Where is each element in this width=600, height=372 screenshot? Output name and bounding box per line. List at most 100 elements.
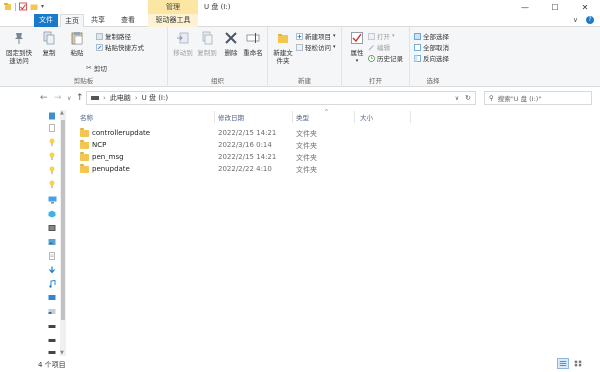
recent-dropdown-icon[interactable]: ∨: [67, 95, 71, 102]
videos-icon[interactable]: [48, 224, 56, 232]
file-row-penupdate[interactable]: penupdate 2022/2/22 4:10 文件夹: [70, 164, 590, 176]
3d-objects-icon[interactable]: [48, 210, 56, 218]
select-all-icon: [414, 32, 421, 40]
this-pc-icon[interactable]: [48, 196, 58, 204]
open-group: 属性 ▾ 打开 ▾ 编辑 历史记录 打开: [342, 27, 410, 87]
column-divider[interactable]: [214, 111, 215, 123]
edit-button[interactable]: 编辑: [368, 42, 390, 52]
desktop-icon[interactable]: [48, 294, 56, 302]
tab-file[interactable]: 文件: [34, 14, 58, 27]
nav-scrollbar[interactable]: ▲ ▼: [60, 110, 66, 356]
open-button[interactable]: 打开 ▾: [368, 31, 395, 41]
qat-divider: [15, 2, 16, 11]
column-divider[interactable]: [410, 111, 411, 123]
downloads-icon[interactable]: [48, 266, 56, 274]
file-row-controllerupdate[interactable]: controllerupdate 2022/2/15 14:21 文件夹: [70, 128, 590, 140]
close-button[interactable]: ✕: [570, 0, 600, 14]
select-none-button[interactable]: 全部取消: [414, 42, 449, 52]
file-row-ncp[interactable]: NCP 2022/3/16 0:14 文件夹: [70, 140, 590, 152]
rename-button[interactable]: 重命名: [238, 31, 268, 57]
nav-document-icon[interactable]: [48, 124, 56, 132]
pin-icon: [15, 33, 23, 44]
easy-access-label: 轻松访问: [305, 44, 331, 52]
address-row: ← → ∨ ↑ › 此电脑 › U 盘 (I:) ∨ ↻ ⚲ 搜索"U 盘 (I…: [0, 87, 600, 109]
music-icon[interactable]: [48, 280, 56, 288]
new-item-label: 新建项目: [305, 33, 331, 41]
breadcrumb-drive[interactable]: U 盘 (I:): [142, 93, 168, 103]
new-folder-button[interactable]: 新建文件夹: [268, 31, 298, 65]
drive-icon[interactable]: [48, 348, 56, 356]
properties-check-icon[interactable]: [19, 2, 27, 11]
tabs-right: ∨ ?: [573, 16, 594, 24]
nav-scrollbar-thumb[interactable]: [61, 120, 65, 320]
folder-icon: [80, 164, 89, 173]
select-none-label: 全部取消: [423, 44, 449, 52]
cut-button[interactable]: ✂ 剪切: [86, 63, 107, 73]
history-button[interactable]: 历史记录: [368, 53, 403, 63]
large-icons-view-icon[interactable]: [572, 358, 584, 369]
qat-dropdown-icon[interactable]: ▾: [41, 3, 44, 10]
documents-icon[interactable]: [48, 252, 56, 260]
up-arrow-icon[interactable]: ↑: [76, 93, 84, 103]
column-date-header[interactable]: 修改日期: [218, 112, 244, 122]
ribbon-expand-icon[interactable]: ∨: [573, 16, 578, 24]
drive-icon: [91, 96, 99, 100]
pictures-icon[interactable]: [48, 238, 56, 246]
tab-share[interactable]: 共享: [86, 14, 110, 27]
new-group-label: 新建: [298, 77, 311, 85]
rename-icon: [246, 33, 260, 43]
minimize-button[interactable]: —: [510, 0, 540, 14]
paste-shortcut-button[interactable]: 粘贴快捷方式: [96, 42, 144, 52]
column-divider[interactable]: [292, 111, 293, 123]
scissors-icon: ✂: [86, 64, 92, 72]
copy-path-button[interactable]: 复制路径: [96, 31, 131, 41]
copy-icon: [43, 31, 55, 45]
column-name-header[interactable]: 名称: [80, 112, 93, 122]
new-item-button[interactable]: 新建项目 ▾: [296, 31, 336, 41]
delete-x-icon: [225, 32, 237, 44]
column-size-header[interactable]: 大小: [360, 112, 373, 122]
help-icon[interactable]: ?: [586, 16, 594, 24]
file-row-pen-msg[interactable]: pen_msg 2022/2/15 14:21 文件夹: [70, 152, 590, 164]
breadcrumb-this-pc[interactable]: 此电脑: [110, 93, 131, 103]
easy-access-button[interactable]: 轻松访问 ▾: [296, 42, 336, 52]
address-dropdown-icon[interactable]: ∨: [455, 95, 459, 102]
search-box[interactable]: ⚲ 搜索"U 盘 (I:)": [484, 91, 592, 105]
quick-access-icon[interactable]: [48, 112, 56, 120]
column-divider[interactable]: [354, 111, 355, 123]
back-arrow-icon[interactable]: ←: [40, 93, 48, 103]
tab-home[interactable]: 主页: [60, 14, 84, 28]
file-type: 文件夹: [296, 142, 317, 150]
pin-quick-access-button[interactable]: 固定到快速访问: [4, 31, 34, 65]
forward-arrow-icon[interactable]: →: [54, 93, 62, 103]
nav-folder-icon[interactable]: [48, 152, 56, 160]
column-type-header[interactable]: 类型: [296, 112, 309, 122]
new-folder-qat-icon[interactable]: [30, 2, 38, 11]
tab-drive-tools[interactable]: 驱动器工具: [148, 14, 198, 27]
tab-view[interactable]: 查看: [116, 14, 140, 27]
select-all-button[interactable]: 全部选择: [414, 31, 449, 41]
sort-arrow-icon: ^: [324, 109, 330, 116]
scroll-up-icon[interactable]: ▲: [60, 110, 64, 116]
search-placeholder: 搜索"U 盘 (I:)": [497, 95, 542, 103]
manage-tab[interactable]: 管理: [148, 0, 198, 14]
address-bar[interactable]: › 此电脑 › U 盘 (I:) ∨ ↻: [86, 91, 476, 105]
invert-selection-button[interactable]: 反向选择: [414, 53, 449, 63]
details-view-icon[interactable]: [557, 358, 569, 369]
refresh-icon[interactable]: ↻: [465, 94, 471, 102]
maximize-button[interactable]: ☐: [540, 0, 570, 14]
local-disk-icon[interactable]: [48, 308, 56, 316]
drive-icon[interactable]: [48, 336, 56, 344]
status-bar: 4 个项目: [0, 356, 600, 372]
copy-button[interactable]: 复制: [34, 31, 64, 57]
file-type: 文件夹: [296, 130, 317, 138]
open-group-label: 打开: [369, 77, 382, 85]
drive-icon[interactable]: [48, 322, 56, 330]
paste-button[interactable]: 粘贴: [62, 31, 92, 57]
nav-pin-icon[interactable]: [48, 166, 56, 174]
organize-group: 移动到 复制到 删除 重命名 组织: [168, 27, 268, 87]
nav-pin-icon[interactable]: [48, 138, 56, 146]
history-icon: [368, 54, 375, 62]
nav-pin-icon[interactable]: [48, 180, 56, 188]
open-dropdown-icon: ▾: [392, 33, 395, 39]
